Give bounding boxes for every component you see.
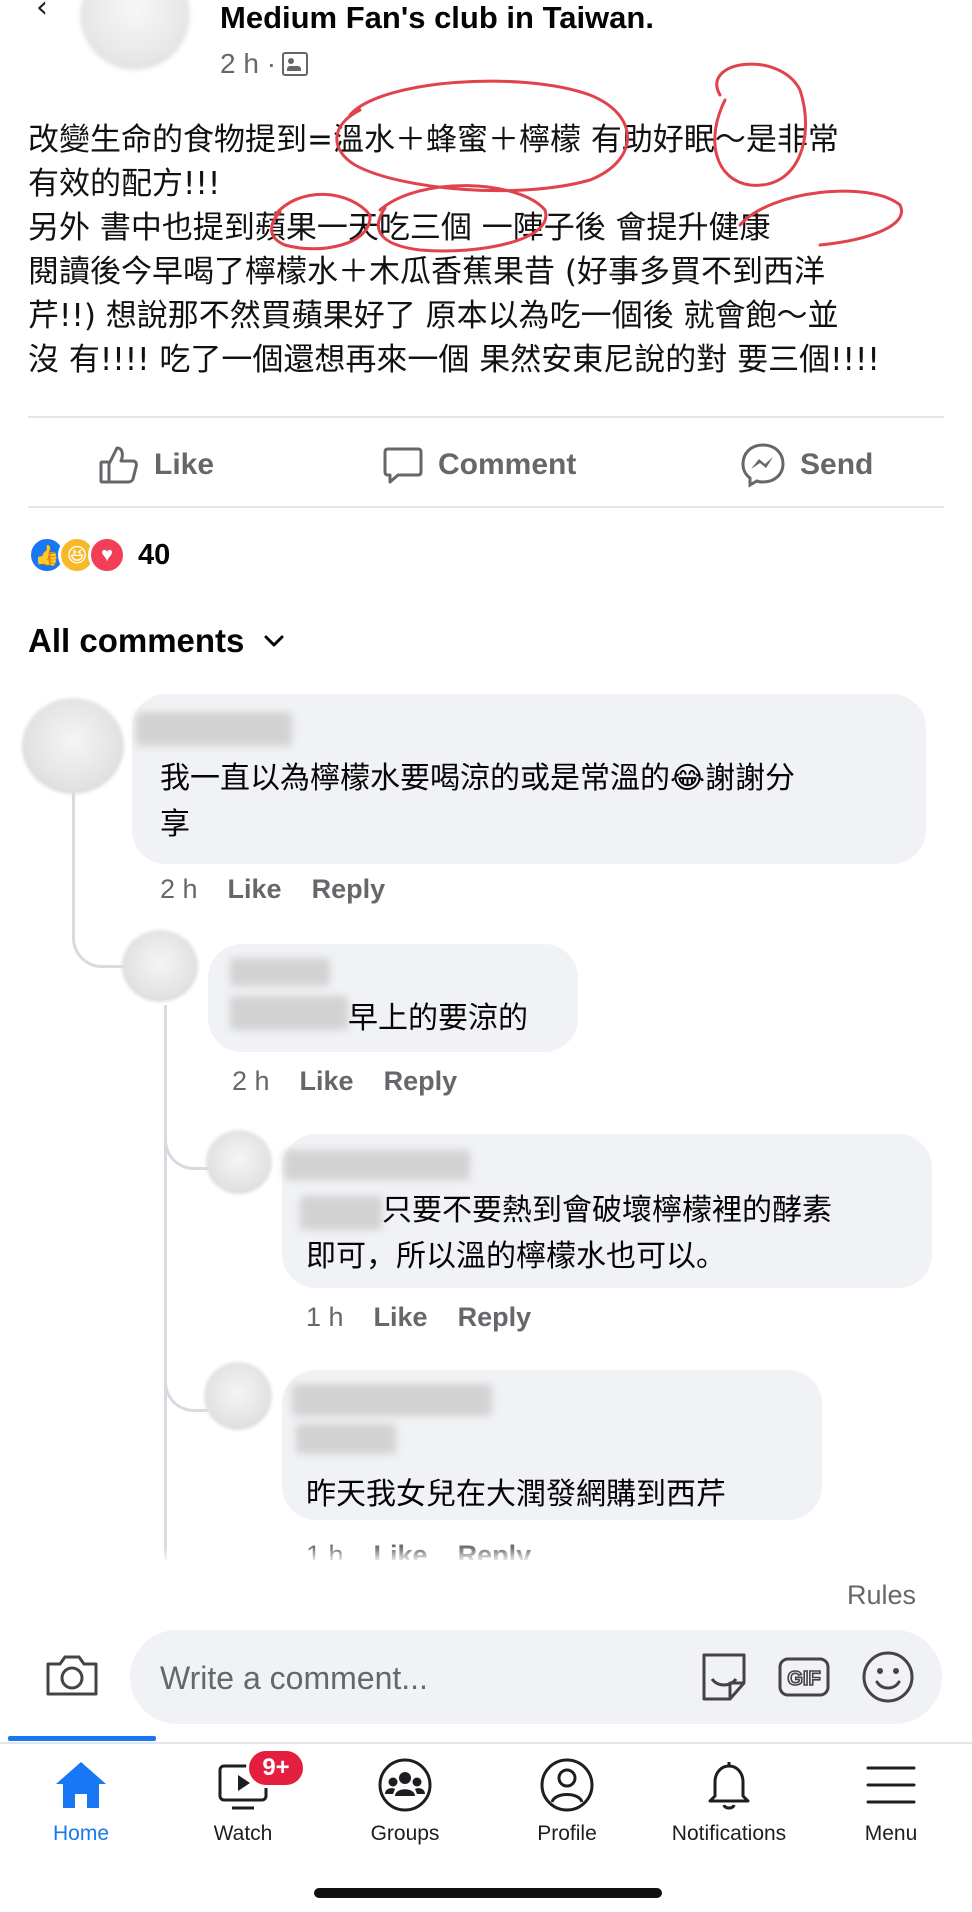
menu-icon: [866, 1766, 916, 1804]
bell-icon: [708, 1762, 750, 1810]
comment-reply-button[interactable]: Reply: [384, 1066, 458, 1097]
group-privacy-icon: [282, 52, 309, 76]
gif-icon[interactable]: GIF: [776, 1649, 832, 1705]
post-line: 改變生命的食物提到=溫水＋蜂蜜＋檸檬 有助好眠～是非常: [28, 122, 839, 158]
back-arrow-icon[interactable]: ‹: [36, 0, 48, 25]
group-name[interactable]: Medium Fan's club in Taiwan.: [220, 0, 654, 36]
avatar[interactable]: [22, 698, 124, 794]
comment-time: 1 h: [306, 1302, 344, 1332]
tab-label: Groups: [370, 1822, 440, 1845]
thread-connector: [164, 1100, 208, 1170]
tab-label: Profile: [537, 1822, 597, 1845]
post-meta: 2 h ·: [220, 48, 309, 80]
reaction-count: 40: [138, 538, 171, 571]
divider: [28, 506, 944, 508]
divider: [28, 416, 944, 418]
comment-line: 只要不要熱到會破壞檸檬裡的酵素: [382, 1193, 832, 1228]
comment-line: 我一直以為檸檬水要喝涼的或是常溫的😂謝謝分: [160, 761, 796, 796]
tab-label: Menu: [864, 1822, 918, 1845]
comment-input[interactable]: [160, 1655, 670, 1701]
tab-menu[interactable]: Menu: [810, 1756, 972, 1866]
post-line: 芹!!) 想說那不然買蘋果好了 原本以為吃一個後 就會飽～並: [28, 298, 839, 334]
comment-button[interactable]: Comment: [382, 440, 576, 490]
comment-like-button[interactable]: Like: [300, 1066, 354, 1097]
groups-icon: [378, 1758, 432, 1812]
emoji-icon[interactable]: [860, 1649, 916, 1705]
comment-reply-button[interactable]: Reply: [312, 874, 386, 905]
post-time: 2 h ·: [220, 48, 277, 79]
like-button[interactable]: Like: [98, 440, 214, 490]
post-line: 另外 書中也提到蘋果一天吃三個 一陣子後 會提升健康: [28, 210, 771, 246]
commenter-name[interactable]: [230, 958, 330, 986]
messenger-icon: [741, 443, 785, 488]
like-label: Like: [154, 448, 215, 481]
avatar[interactable]: [122, 930, 198, 1002]
thread-connector: [72, 880, 128, 968]
commenter-name[interactable]: [292, 1384, 492, 1416]
watch-badge: 9+: [246, 1748, 306, 1788]
commenter-name: [296, 1424, 396, 1454]
tab-home[interactable]: Home: [0, 1756, 162, 1866]
thread-connector: [164, 1340, 208, 1412]
comment-meta: 1 h Like Reply: [306, 1302, 531, 1333]
commenter-name: [230, 996, 348, 1030]
comment-line: 早上的要涼的: [348, 1001, 528, 1036]
tab-label: Home: [52, 1822, 110, 1845]
tab-label: Notifications: [671, 1822, 787, 1845]
post-line: 有效的配方!!!: [28, 166, 221, 202]
avatar[interactable]: [206, 1130, 272, 1194]
comment-line: 即可，所以溫的檸檬水也可以。: [306, 1239, 726, 1274]
commenter-name[interactable]: [284, 1150, 470, 1180]
avatar[interactable]: [204, 1362, 272, 1430]
thread-connector: [164, 1005, 167, 1560]
tabbar-divider: [0, 1742, 972, 1744]
comment-text: 只要不要熱到會破壞檸檬裡的酵素 即可，所以溫的檸檬水也可以。: [306, 1188, 832, 1280]
chevron-down-icon: [264, 635, 284, 647]
comment-text: 昨天我女兒在大潤發網購到西芹: [306, 1472, 726, 1518]
tab-groups[interactable]: Groups: [324, 1756, 486, 1866]
comment-like-button[interactable]: Like: [374, 1302, 428, 1333]
sticker-icon[interactable]: [696, 1649, 752, 1705]
tab-profile[interactable]: Profile: [486, 1756, 648, 1866]
love-icon: ♥: [88, 536, 126, 574]
home-indicator: [314, 1888, 662, 1898]
tab-label: Watch: [213, 1822, 273, 1845]
commenter-name[interactable]: [136, 712, 292, 746]
comment-time: 2 h: [232, 1066, 270, 1096]
thumbs-up-icon: [99, 446, 138, 484]
svg-text:GIF: GIF: [787, 1668, 820, 1690]
comment-time: 2 h: [160, 874, 198, 904]
comment-line: 昨天我女兒在大潤發網購到西芹: [306, 1477, 726, 1512]
send-button[interactable]: Send: [740, 440, 873, 490]
comment-bubble-icon: [383, 447, 423, 484]
post-line: 沒 有!!!! 吃了一個還想再來一個 果然安東尼說的對 要三個!!!!: [28, 342, 880, 378]
comment-line: 享: [160, 807, 190, 842]
all-comments-filter[interactable]: All comments: [28, 622, 286, 660]
home-icon: [56, 1762, 106, 1808]
comment-like-button[interactable]: Like: [228, 874, 282, 905]
send-label: Send: [800, 448, 874, 481]
comment-meta: 2 h Like Reply: [232, 1066, 457, 1097]
comment-text: 早上的要涼的: [348, 996, 528, 1042]
rules-link[interactable]: Rules: [847, 1580, 916, 1611]
comment-label: Comment: [438, 448, 577, 481]
profile-icon: [540, 1758, 594, 1812]
comment-reply-button[interactable]: Reply: [458, 1302, 532, 1333]
active-tab-indicator: [8, 1736, 156, 1741]
tab-notifications[interactable]: Notifications: [648, 1756, 810, 1866]
camera-icon[interactable]: [44, 1652, 100, 1698]
reaction-summary[interactable]: 👍 😆 ♥ 40: [28, 536, 170, 574]
group-avatar[interactable]: [80, 0, 190, 70]
post-line: 閱讀後今早喝了檸檬水＋木瓜香蕉果昔 (好事多買不到西洋: [28, 254, 825, 290]
comment-meta: 2 h Like Reply: [160, 874, 385, 905]
post-text: 改變生命的食物提到=溫水＋蜂蜜＋檸檬 有助好眠～是非常 有效的配方!!! 另外 …: [28, 118, 948, 382]
comment-text: 我一直以為檸檬水要喝涼的或是常溫的😂謝謝分 享: [160, 756, 795, 848]
all-comments-label: All comments: [28, 622, 245, 659]
